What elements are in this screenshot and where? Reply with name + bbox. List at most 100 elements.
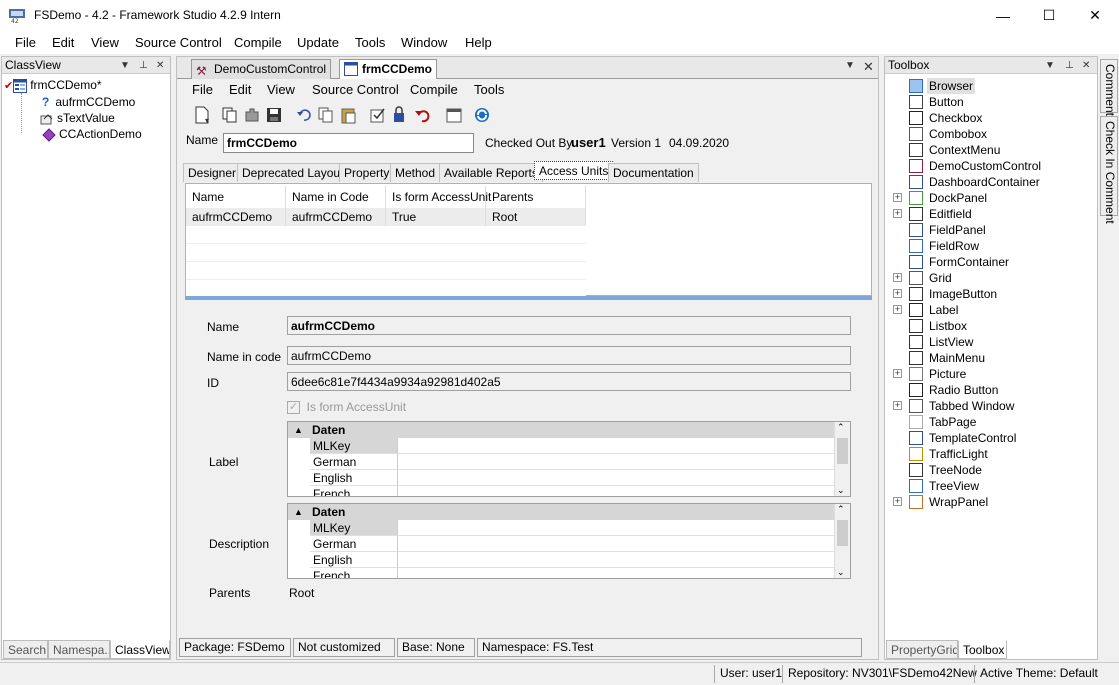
doc-menu-file[interactable]: File — [192, 82, 213, 97]
toolbox-item[interactable]: FieldPanel — [885, 222, 1095, 238]
tree-item-action[interactable]: CCActionDemo — [42, 126, 142, 142]
pin-icon[interactable]: ⊥ — [1065, 58, 1074, 74]
tab-democustomcontrol[interactable]: ⚒ DemoCustomControl — [191, 59, 332, 79]
subtab-designer[interactable]: Designer — [183, 163, 242, 182]
tab-toolbox[interactable]: Toolbox — [958, 640, 1007, 659]
menu-tools[interactable]: Tools — [355, 35, 385, 50]
toolbox-item[interactable]: Combobox — [885, 126, 1095, 142]
checklist-icon[interactable] — [369, 106, 387, 124]
toolbox-item[interactable]: Browser — [885, 78, 1095, 94]
close-icon[interactable]: ✕ — [863, 59, 874, 75]
collapse-icon[interactable]: ▲ — [294, 504, 303, 520]
tab-propertygrid[interactable]: PropertyGrid — [886, 640, 958, 659]
subtab-method[interactable]: Method — [390, 163, 441, 182]
grid-header[interactable]: Parents — [486, 186, 586, 208]
expand-icon[interactable]: + — [893, 305, 902, 314]
dropdown-icon[interactable]: ▼ — [845, 60, 855, 71]
property-value[interactable] — [398, 470, 834, 486]
grid-header[interactable]: Is form AccessUnit — [386, 186, 491, 208]
menu-source-control[interactable]: Source Control — [135, 35, 222, 50]
detail-name-in-code-input[interactable]: aufrmCCDemo — [287, 346, 851, 365]
toolbox-item[interactable]: + Tabbed Window — [885, 398, 1095, 414]
copy2-icon[interactable] — [317, 106, 335, 124]
close-button[interactable]: ✕ — [1072, 0, 1118, 31]
table-row[interactable]: aufrmCCDemo aufrmCCDemo True Root — [186, 206, 586, 228]
subtab-access-units[interactable]: Access Units — [534, 161, 614, 180]
detail-id-input[interactable]: 6dee6c81e7f4434a9934a92981d402a5 — [287, 372, 851, 391]
new-icon[interactable]: ▾ — [193, 106, 211, 124]
is-form-checkbox[interactable]: ✓ Is form AccessUnit — [287, 400, 406, 415]
toolbox-item[interactable]: TreeView — [885, 478, 1095, 494]
close-icon[interactable]: ✕ — [1082, 58, 1090, 74]
scroll-down-icon[interactable]: ⌄ — [837, 567, 845, 578]
collapse-icon[interactable]: ▲ — [294, 422, 303, 438]
toolbox-item[interactable]: ContextMenu — [885, 142, 1095, 158]
menu-compile[interactable]: Compile — [234, 35, 282, 50]
property-value[interactable] — [398, 568, 834, 578]
toolbox-item[interactable]: TrafficLight — [885, 446, 1095, 462]
subtab-available-reports[interactable]: Available Reports — [439, 163, 543, 182]
scroll-up-icon[interactable]: ⌃ — [837, 504, 845, 515]
expand-icon[interactable]: + — [893, 273, 902, 282]
undo-icon[interactable] — [295, 106, 313, 124]
property-value[interactable] — [398, 454, 834, 470]
category-header[interactable]: ▲ Daten — [288, 504, 834, 520]
menu-window[interactable]: Window — [401, 35, 447, 50]
dropdown-icon[interactable]: ▼ — [120, 58, 130, 74]
toolbox-item[interactable]: + DockPanel — [885, 190, 1095, 206]
revert-icon[interactable] — [413, 106, 431, 124]
expand-icon[interactable]: + — [893, 369, 902, 378]
scroll-thumb[interactable] — [837, 438, 848, 464]
scroll-up-icon[interactable]: ⌃ — [837, 422, 845, 433]
scrollbar[interactable]: ⌃ ⌄ — [834, 504, 850, 578]
grid-header[interactable]: Name — [186, 186, 286, 208]
toolbox-item[interactable]: + Grid — [885, 270, 1095, 286]
toolbox-item[interactable]: + ImageButton — [885, 286, 1095, 302]
property-value[interactable] — [398, 486, 834, 496]
paste-icon[interactable] — [339, 106, 357, 124]
close-icon[interactable]: ✕ — [156, 58, 164, 74]
property-value[interactable] — [398, 536, 834, 552]
property-value[interactable] — [398, 552, 834, 568]
toolbox-item[interactable]: + Editfield — [885, 206, 1095, 222]
subtab-deprecated-layout[interactable]: Deprecated Layout — [237, 163, 349, 182]
puzzle-icon[interactable] — [243, 106, 261, 124]
doc-menu-edit[interactable]: Edit — [229, 82, 251, 97]
doc-menu-compile[interactable]: Compile — [410, 82, 458, 97]
toolbox-item[interactable]: Checkbox — [885, 110, 1095, 126]
toolbox-item[interactable]: TreeNode — [885, 462, 1095, 478]
toolbox-item[interactable]: + Picture — [885, 366, 1095, 382]
tab-namespace[interactable]: Namespa... — [48, 640, 110, 659]
toolbox-item[interactable]: TabPage — [885, 414, 1095, 430]
toolbox-item[interactable]: Radio Button — [885, 382, 1095, 398]
tab-search[interactable]: Search — [3, 640, 48, 659]
menu-update[interactable]: Update — [297, 35, 339, 50]
property-value[interactable] — [398, 520, 834, 536]
tree-item-accessunit[interactable]: ? aufrmCCDemo — [42, 94, 135, 110]
property-value[interactable] — [398, 438, 834, 454]
expand-icon[interactable]: + — [893, 289, 902, 298]
subtab-documentation[interactable]: Documentation — [608, 163, 699, 182]
tab-comment[interactable]: Comment — [1100, 59, 1118, 116]
toolbox-item[interactable]: DemoCustomControl — [885, 158, 1095, 174]
menu-view[interactable]: View — [91, 35, 119, 50]
dropdown-icon[interactable]: ▼ — [1045, 58, 1055, 74]
maximize-button[interactable]: ☐ — [1026, 0, 1072, 31]
toolbox-item[interactable]: Button — [885, 94, 1095, 110]
menu-file[interactable]: File — [15, 35, 36, 50]
grid-header[interactable]: Name in Code — [286, 186, 386, 208]
scroll-down-icon[interactable]: ⌄ — [837, 485, 845, 496]
toolbox-item[interactable]: DashboardContainer — [885, 174, 1095, 190]
label-property-grid[interactable]: ▲ Daten MLKey German English French ⌃ ⌄ — [287, 421, 851, 497]
doc-menu-source-control[interactable]: Source Control — [312, 82, 399, 97]
refresh-icon[interactable] — [473, 106, 491, 124]
menu-edit[interactable]: Edit — [52, 35, 74, 50]
lock-icon[interactable] — [391, 106, 409, 124]
name-input[interactable]: frmCCDemo — [223, 133, 474, 153]
toolbox-item[interactable]: Listbox — [885, 318, 1095, 334]
detail-name-input[interactable]: aufrmCCDemo — [287, 316, 851, 335]
toolbox-item[interactable]: FieldRow — [885, 238, 1095, 254]
scroll-thumb[interactable] — [837, 520, 848, 546]
calendar-icon[interactable] — [445, 106, 463, 124]
scrollbar[interactable]: ⌃ ⌄ — [834, 422, 850, 496]
